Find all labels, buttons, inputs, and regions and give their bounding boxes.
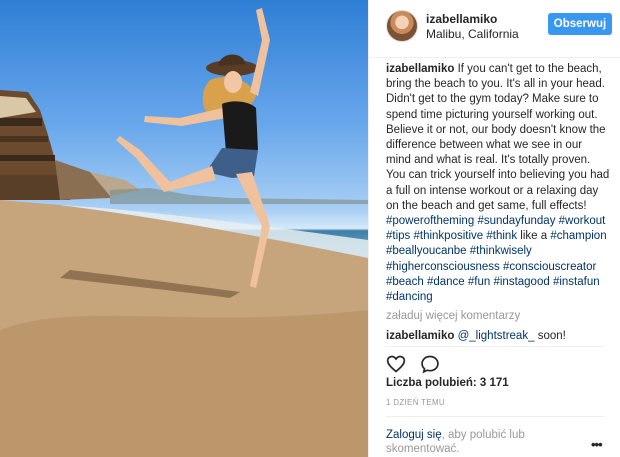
more-options-icon[interactable]: ••• bbox=[591, 437, 603, 452]
comment-bubble-icon[interactable] bbox=[420, 354, 440, 374]
load-more-comments-link[interactable]: załaduj więcej komentarzy bbox=[386, 310, 520, 322]
likes-count: Liczba polubień: 3 171 bbox=[386, 377, 509, 389]
post-sidebar: izabellamiko Malibu, California Obserwuj… bbox=[368, 0, 620, 457]
hashtag-workout[interactable]: #workout bbox=[559, 215, 606, 227]
hashtag-champion[interactable]: #champion bbox=[550, 230, 606, 242]
login-prompt: Zaloguj się, aby polubić lub skomentować… bbox=[386, 428, 576, 456]
caption-author[interactable]: izabellamiko bbox=[386, 63, 454, 75]
follow-button[interactable]: Obserwuj bbox=[548, 13, 612, 35]
post-photo[interactable] bbox=[0, 0, 368, 457]
hashtag-beallyoucanbe[interactable]: #beallyoucanbe bbox=[386, 245, 467, 257]
caption-text: If you can't get to the beach, bring the… bbox=[386, 63, 610, 212]
hashtag-thinkwisely[interactable]: #thinkwisely bbox=[470, 245, 532, 257]
divider bbox=[386, 416, 604, 417]
beach-scene bbox=[0, 8, 368, 457]
caption-like-a: like a bbox=[520, 230, 548, 243]
hashtag-instagood[interactable]: #instagood bbox=[493, 276, 549, 288]
divider bbox=[386, 346, 604, 347]
comment-text: soon! bbox=[537, 330, 566, 342]
hashtag-dancing[interactable]: #dancing bbox=[386, 291, 433, 303]
hashtag-dance[interactable]: #dance bbox=[427, 276, 465, 288]
hashtag-instafun[interactable]: #instafun bbox=[553, 276, 600, 288]
heart-icon[interactable] bbox=[386, 354, 406, 374]
comment-author[interactable]: izabellamiko bbox=[386, 330, 454, 342]
avatar[interactable] bbox=[386, 10, 418, 42]
author-username[interactable]: izabellamiko bbox=[426, 12, 497, 26]
comment: izabellamiko @_lightstreak_ soon! bbox=[386, 330, 612, 342]
instagram-post: izabellamiko Malibu, California Obserwuj… bbox=[0, 0, 620, 457]
hashtag-tips[interactable]: #tips bbox=[386, 230, 410, 242]
houses bbox=[0, 90, 140, 200]
location-link[interactable]: Malibu, California bbox=[426, 27, 519, 41]
post-header: izabellamiko Malibu, California Obserwuj bbox=[369, 0, 620, 58]
post-caption: izabellamiko If you can't get to the bea… bbox=[386, 62, 610, 305]
hashtag-think[interactable]: #think bbox=[486, 230, 517, 242]
hashtag-poweroftheming[interactable]: #poweroftheming bbox=[386, 215, 474, 227]
post-time[interactable]: 1 DZIEŃ TEMU bbox=[386, 398, 445, 407]
comment-mention[interactable]: @_lightstreak_ bbox=[458, 330, 535, 342]
hashtag-consciouscreator[interactable]: #consciouscreator bbox=[503, 261, 596, 273]
login-link[interactable]: Zaloguj się bbox=[386, 429, 442, 441]
action-bar bbox=[386, 352, 440, 376]
hashtag-sundayfunday[interactable]: #sundayfunday bbox=[477, 215, 555, 227]
hashtag-beach[interactable]: #beach bbox=[386, 276, 424, 288]
hashtag-fun[interactable]: #fun bbox=[468, 276, 490, 288]
hashtag-higherconsciousness[interactable]: #higherconsciousness bbox=[386, 261, 500, 273]
hashtag-thinkpositive[interactable]: #thinkpositive bbox=[414, 230, 484, 242]
